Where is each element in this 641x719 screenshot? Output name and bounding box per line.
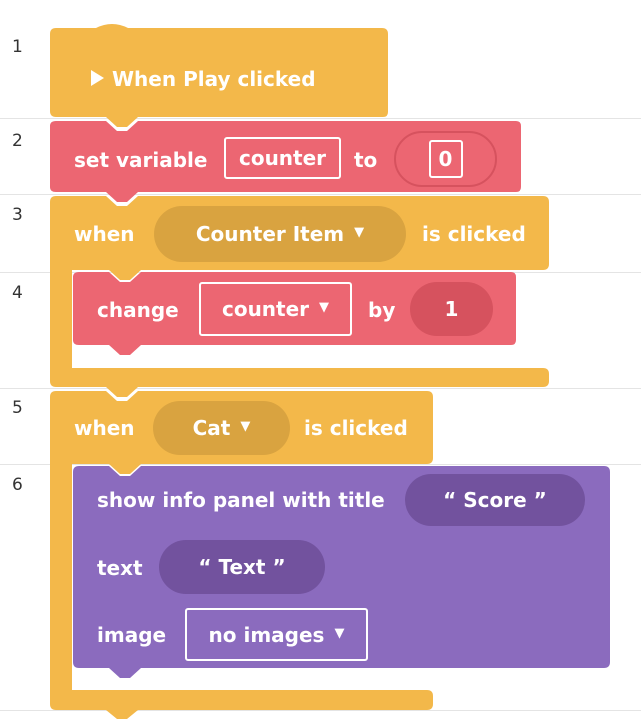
code-workspace: 1 2 3 4 5 6 When Play clicked set variab… [0, 0, 641, 719]
value-input[interactable]: 0 [428, 140, 463, 178]
value-slot[interactable]: 0 [394, 131, 497, 187]
chevron-down-icon: ▼ [334, 625, 345, 641]
is-clicked-label: is clicked [304, 416, 408, 440]
change-value-input[interactable]: 1 [410, 282, 493, 336]
sprite-dropdown[interactable]: Counter Item ▼ [154, 206, 406, 262]
text-label: text [97, 556, 143, 580]
chevron-down-icon: ▼ [354, 225, 365, 240]
title-text-input[interactable]: “ Score ” [405, 474, 585, 526]
variable-dropdown-value: counter [221, 297, 310, 321]
change-label: change [97, 298, 179, 322]
sprite-dropdown-value: Counter Item [195, 222, 345, 246]
image-dropdown-value: no images [208, 622, 325, 647]
set-variable-label: set variable [74, 148, 208, 172]
image-label: image [97, 623, 167, 647]
chevron-down-icon: ▼ [319, 300, 330, 315]
sprite-dropdown-value: Cat [192, 416, 231, 440]
variable-name-field[interactable]: counter [224, 137, 341, 179]
when-label: when [74, 222, 135, 246]
is-clicked-label: is clicked [422, 222, 526, 246]
sprite-dropdown[interactable]: Cat ▼ [153, 401, 290, 455]
to-label: to [354, 148, 378, 172]
when-play-label: When Play clicked [112, 67, 316, 91]
variable-dropdown[interactable]: counter ▼ [199, 282, 352, 336]
chevron-down-icon: ▼ [240, 419, 251, 434]
show-info-panel-label: show info panel with title [97, 488, 385, 512]
text-value-input[interactable]: “ Text ” [159, 540, 325, 594]
by-label: by [368, 298, 396, 322]
when-label: when [74, 416, 135, 440]
image-dropdown[interactable]: no images ▼ [185, 608, 368, 661]
